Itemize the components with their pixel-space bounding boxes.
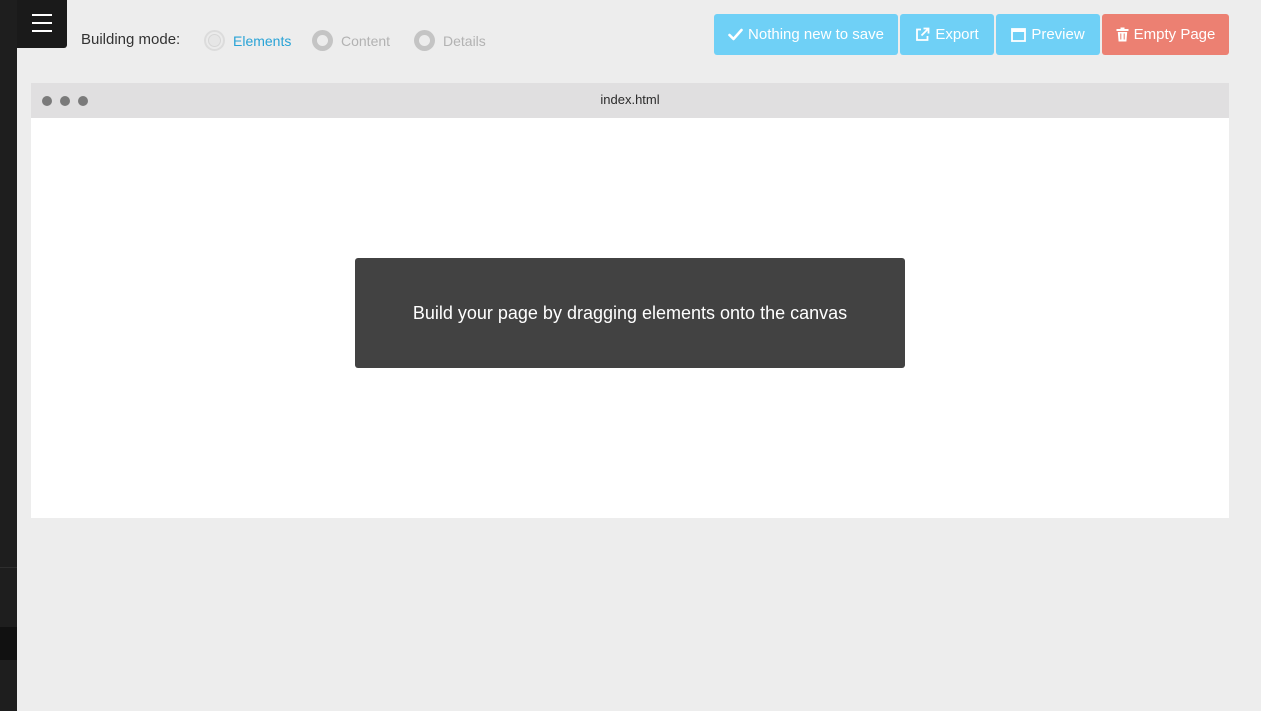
preview-button-label: Preview: [1031, 26, 1085, 43]
check-icon: [728, 28, 743, 41]
export-button[interactable]: Export: [900, 14, 994, 55]
left-sidebar: [0, 0, 17, 711]
mode-option-details[interactable]: Details: [414, 30, 486, 51]
radio-content[interactable]: [312, 30, 333, 51]
sidebar-divider: [0, 567, 17, 568]
page-canvas[interactable]: index.html Build your page by dragging e…: [31, 83, 1229, 518]
mode-option-content[interactable]: Content: [312, 30, 390, 51]
building-mode-label: Building mode:: [81, 31, 181, 48]
hint-text: Build your page by dragging elements ont…: [412, 302, 848, 323]
trash-icon: [1116, 27, 1129, 42]
empty-page-button[interactable]: Empty Page: [1102, 14, 1229, 55]
hamburger-icon[interactable]: [17, 0, 67, 48]
mode-option-label: Elements: [233, 32, 292, 49]
sidebar-active-item[interactable]: [0, 627, 17, 660]
mode-option-label: Content: [341, 32, 391, 49]
preview-button[interactable]: Preview: [996, 14, 1100, 55]
external-link-icon: [915, 27, 930, 42]
save-button-label: Nothing new to save: [748, 26, 884, 43]
export-button-label: Export: [935, 26, 979, 43]
radio-elements[interactable]: [204, 30, 225, 51]
empty-page-button-label: Empty Page: [1133, 26, 1216, 43]
canvas-title-bar: index.html: [31, 83, 1229, 118]
window-icon: [1011, 27, 1027, 42]
canvas-filename: index.html: [600, 92, 660, 107]
radio-details[interactable]: [414, 30, 435, 51]
mode-option-label: Details: [443, 32, 486, 49]
save-button[interactable]: Nothing new to save: [714, 14, 898, 55]
mode-option-elements[interactable]: Elements: [204, 30, 291, 51]
empty-canvas-hint: Build your page by dragging elements ont…: [355, 258, 905, 368]
